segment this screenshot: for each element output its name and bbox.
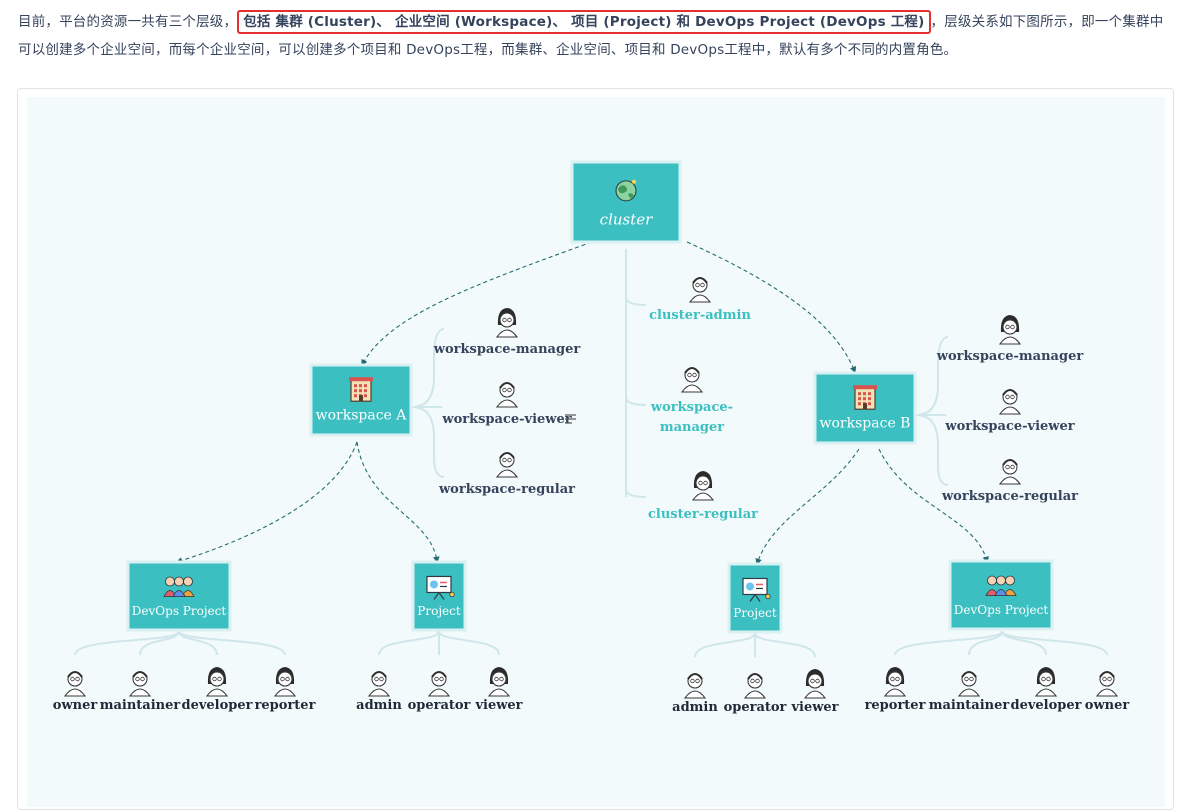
project-2-role-1-label: operator: [724, 700, 787, 715]
project-0-role-2-label: developer: [181, 698, 252, 713]
wsA-brace-top: [411, 328, 445, 408]
cluster-role-0-avatar: [688, 277, 712, 303]
project-1-role-2-label: viewer: [474, 698, 522, 713]
project-2-role-2-avatar: [803, 669, 827, 699]
cluster-branch-3: [625, 488, 647, 498]
wsA-brace-bottom: [411, 406, 445, 478]
workspace-0-role-2-avatar: [495, 452, 519, 478]
project-a-node-label: Project: [417, 604, 461, 618]
project-0-role-3-avatar: [273, 667, 297, 697]
wsB-brace-bottom: [915, 414, 949, 486]
project-1-role-0-avatar: [367, 671, 391, 697]
project-b-node-label: Project: [733, 606, 777, 620]
project-1-role-1-avatar: [427, 671, 451, 697]
arrow-cluster-wsB: [686, 241, 857, 374]
arrow-wsB-devops: [878, 448, 990, 564]
workspace-1-role-1-label: workspace-viewer: [944, 419, 1074, 434]
workspace-b-node: workspace B: [813, 371, 917, 445]
cluster-role-0-label: cluster-admin: [649, 308, 751, 323]
project-3-role-0-label: reporter: [865, 698, 926, 713]
project-2-role-0-avatar: [683, 673, 707, 699]
project-1-role-2-avatar: [487, 667, 511, 697]
workspace-a-node-label: workspace A: [316, 408, 408, 424]
project-1-role-1-label: operator: [408, 698, 471, 713]
globe-icon: [615, 179, 637, 202]
devops-project-b-node: DevOps Project: [948, 559, 1054, 631]
cluster-role-1-avatar: [680, 367, 704, 393]
cluster-branch-1: [625, 296, 647, 306]
project-3-role-3-label: owner: [1085, 698, 1130, 713]
project-3-role-3-avatar: [1095, 671, 1119, 697]
project-3-role-2-avatar: [1034, 667, 1058, 697]
project-3-role-2-label: developer: [1010, 698, 1081, 713]
project-0-role-1-avatar: [128, 671, 152, 697]
fan-project-a-2: [438, 630, 500, 656]
fan-project-b-0: [694, 632, 756, 658]
project-0-role-0-label: owner: [53, 698, 98, 713]
devops-project-b-node-label: DevOps Project: [954, 603, 1049, 617]
project-0-role-3-label: reporter: [255, 698, 316, 713]
workspace-1-role-2-label: workspace-regular: [941, 489, 1078, 504]
fan-project-a-0: [378, 630, 440, 656]
cluster-role-1-label: workspace-manager: [650, 400, 733, 435]
fan-project-b-2: [754, 632, 816, 658]
fan-devops-a-0: [74, 630, 180, 656]
devops-project-a-node-label: DevOps Project: [132, 604, 227, 618]
cluster-node-box: [570, 160, 682, 244]
diagram-frame: cluster workspace A workspace B DevOps Proj…: [17, 88, 1174, 810]
workspace-0-role-2-label: workspace-regular: [438, 482, 575, 497]
workspace-a-node: workspace A: [309, 363, 413, 437]
diagram-canvas: cluster workspace A workspace B DevOps Proj…: [27, 97, 1165, 807]
project-a-node-box: [411, 560, 467, 632]
cluster-role-2-avatar: [691, 471, 715, 501]
project-2-role-0-label: admin: [672, 700, 718, 715]
arrow-wsB-project: [755, 448, 860, 566]
workspace-1-role-1-avatar: [998, 389, 1022, 415]
building-icon: [349, 377, 373, 402]
devops-project-a-node: DevOps Project: [126, 560, 232, 632]
project-3-role-1-avatar: [957, 671, 981, 697]
fan-devops-b-3: [1001, 630, 1108, 656]
arrow-wsA-project: [356, 441, 440, 564]
cluster-node: cluster: [570, 160, 682, 244]
workspace-0-role-1-label: workspace-viewer: [441, 412, 571, 427]
fan-devops-a-3: [178, 630, 286, 656]
project-1-role-0-label: admin: [356, 698, 402, 713]
project-0-role-0-avatar: [63, 671, 87, 697]
workspace-1-role-2-avatar: [998, 459, 1022, 485]
project-3-role-1-label: maintainer: [929, 698, 1010, 713]
project-2-role-2-label: viewer: [790, 700, 838, 715]
fan-devops-b-0: [894, 630, 1003, 656]
project-b-node: Project: [727, 562, 783, 634]
hierarchy-diagram: cluster workspace A workspace B DevOps Proj…: [53, 160, 1130, 715]
cluster-branch-2: [625, 396, 647, 406]
cluster-node-label: cluster: [600, 210, 653, 228]
workspace-0-role-0-avatar: [495, 308, 519, 338]
workspace-1-role-0-label: workspace-manager: [936, 349, 1084, 364]
project-2-role-1-avatar: [743, 673, 767, 699]
intro-text-before: 目前，平台的资源一共有三个层级，: [18, 14, 238, 30]
workspace-b-node-label: workspace B: [820, 416, 911, 432]
project-a-node: Project: [411, 560, 467, 632]
intro-highlight: 包括 集群 (Cluster)、 企业空间 (Workspace)、 项目 (P…: [237, 10, 931, 34]
workspace-1-role-0-avatar: [998, 315, 1022, 345]
arrow-wsA-devops: [175, 441, 358, 564]
project-0-role-1-label: maintainer: [100, 698, 181, 713]
workspace-0-role-0-label: workspace-manager: [433, 342, 581, 357]
cluster-role-2-label: cluster-regular: [648, 507, 758, 522]
building-icon: [853, 385, 877, 410]
project-3-role-0-avatar: [883, 667, 907, 697]
intro-paragraph: 目前，平台的资源一共有三个层级， 包括 集群 (Cluster)、 企业空间 (W…: [18, 8, 1168, 64]
project-0-role-2-avatar: [205, 667, 229, 697]
workspace-0-role-1-avatar: [495, 382, 519, 408]
project-b-node-box: [727, 562, 783, 634]
